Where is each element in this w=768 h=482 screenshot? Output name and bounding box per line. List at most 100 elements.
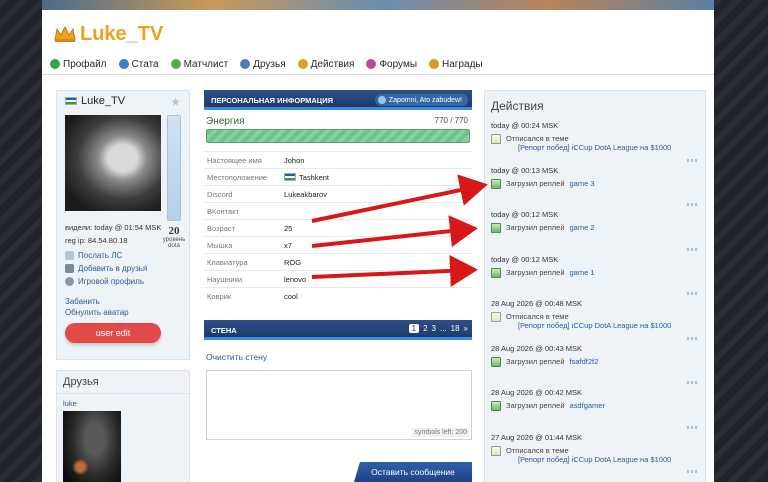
field-value: Johon bbox=[284, 156, 304, 165]
replay-icon bbox=[491, 178, 501, 189]
tab-awards[interactable]: Награды bbox=[429, 59, 483, 70]
tab-actions[interactable]: Действия bbox=[297, 59, 354, 70]
matchlist-icon bbox=[170, 59, 181, 69]
item-divider bbox=[687, 203, 697, 206]
left-column: Luke_TV ★ 20 уровень dota видели: today … bbox=[56, 90, 190, 482]
page-link-current[interactable]: 1 bbox=[408, 324, 420, 333]
action-link[interactable]: asdfgamer bbox=[570, 401, 605, 410]
level-label: уровень dota bbox=[162, 237, 186, 249]
page-link[interactable]: 18 bbox=[451, 324, 460, 333]
page-link[interactable]: 3 bbox=[432, 324, 436, 333]
action-link[interactable]: [Репорт побед] iCCup DotA League на $100… bbox=[518, 321, 671, 330]
field-value-text: x7 bbox=[284, 240, 292, 250]
table-row: Discord Lukeakbarov bbox=[204, 185, 472, 202]
actions-panel: Действия today @ 00:24 MSK Отписался в т… bbox=[484, 90, 706, 482]
page-link[interactable]: 2 bbox=[423, 324, 427, 333]
next-page-link[interactable]: » bbox=[464, 324, 468, 333]
friend-avatar[interactable] bbox=[63, 411, 121, 482]
field-value: 25 bbox=[284, 224, 292, 233]
star-icon[interactable]: ★ bbox=[170, 95, 181, 109]
action-link[interactable]: fsafdf2f2 bbox=[570, 357, 599, 366]
send-pm-link[interactable]: Послать ЛС bbox=[65, 251, 147, 260]
awards-icon bbox=[429, 59, 440, 69]
friends-title: Друзья bbox=[57, 371, 189, 394]
user-edit-button[interactable]: user edit bbox=[65, 323, 161, 343]
action-time: 28 Aug 2026 @ 00:43 MSK bbox=[491, 343, 583, 353]
action-body: Загрузил реплей game 2 bbox=[506, 223, 595, 232]
tab-matchlist[interactable]: Матчлист bbox=[170, 59, 228, 70]
list-item: 28 Aug 2026 @ 00:42 MSK Загрузил реплей a… bbox=[491, 386, 699, 431]
link-label: Игровой профиль bbox=[78, 277, 144, 286]
item-divider bbox=[687, 158, 697, 162]
tab-profile[interactable]: Профайл bbox=[50, 59, 107, 70]
level-bar bbox=[167, 115, 181, 221]
info-table: Настоящее имя Johon Местоположение Tashk… bbox=[204, 151, 472, 304]
gamepad-icon bbox=[65, 277, 74, 286]
item-divider bbox=[687, 247, 697, 251]
replay-icon bbox=[491, 401, 501, 411]
user-add-icon bbox=[65, 264, 74, 273]
list-item: today @ 00:12 MSK Загрузил реплей game 1 bbox=[491, 253, 699, 298]
replay-icon bbox=[491, 223, 501, 233]
action-link[interactable]: game 2 bbox=[570, 223, 595, 232]
action-link[interactable]: [Репорт побед] iCCup DotA League на $100… bbox=[518, 143, 671, 152]
page-title-row: Luke_TV bbox=[54, 23, 163, 45]
tab-label: Друзья bbox=[253, 58, 286, 70]
energy-value: 770 / 770 bbox=[434, 116, 468, 125]
action-text: Загрузил реплей bbox=[506, 401, 565, 410]
field-key: Местоположение bbox=[207, 172, 268, 182]
action-link[interactable]: game 1 bbox=[570, 268, 595, 277]
action-link[interactable]: [Репорт побед] iCCup DotA League на $100… bbox=[518, 455, 671, 464]
action-body: Загрузил реплей fsafdf2f2 bbox=[506, 357, 598, 366]
tab-stats[interactable]: Стата bbox=[118, 59, 159, 70]
profile-page: Luke_TV Профайл Стата Матчлист Друзья Де… bbox=[42, 10, 714, 482]
friend-name[interactable]: luke bbox=[63, 399, 77, 408]
table-row: Местоположение Tashkent bbox=[204, 168, 472, 185]
action-text: Загрузил реплей bbox=[506, 356, 565, 366]
game-profile-link[interactable]: Игровой профиль bbox=[65, 277, 147, 286]
last-seen: видели: today @ 01:54 MSK bbox=[65, 223, 162, 232]
admin-links: Забанить Обнулить аватар bbox=[65, 297, 129, 317]
level-number: 20 bbox=[168, 225, 180, 237]
action-text: Отписался в теме bbox=[506, 312, 569, 321]
tab-label: Профайл bbox=[63, 58, 107, 70]
reset-avatar-link[interactable]: Обнулить аватар bbox=[65, 308, 129, 317]
clear-wall-link[interactable]: Очистить стену bbox=[206, 352, 472, 362]
profile-card-header: Luke_TV bbox=[57, 91, 189, 111]
link-label: Послать ЛС bbox=[78, 251, 123, 260]
field-key: Настоящее имя bbox=[207, 155, 262, 165]
flag-icon bbox=[65, 97, 77, 105]
section-title: СТЕНА bbox=[211, 325, 237, 335]
action-link[interactable]: game 3 bbox=[570, 179, 595, 188]
list-item: today @ 00:13 MSK Загрузил реплей game 3 bbox=[491, 164, 699, 209]
crown-icon bbox=[54, 26, 76, 42]
profile-card: Luke_TV ★ 20 уровень dota видели: today … bbox=[56, 90, 190, 360]
field-key: Возраст bbox=[207, 223, 236, 233]
field-value: ROG bbox=[284, 258, 301, 267]
add-friend-link[interactable]: Добавить в друзья bbox=[65, 264, 147, 273]
profile-links: Послать ЛС Добавить в друзья Игровой про… bbox=[65, 251, 147, 286]
item-divider bbox=[687, 425, 697, 429]
header-accent bbox=[204, 107, 472, 110]
send-message-button[interactable]: Оставить сообщение bbox=[354, 462, 472, 482]
table-row: Мышка x7 bbox=[204, 236, 472, 253]
table-row: Возраст 25 bbox=[204, 219, 472, 236]
field-value-text: 25 bbox=[284, 223, 293, 233]
ban-link[interactable]: Забанить bbox=[65, 297, 129, 306]
tab-label: Награды bbox=[442, 58, 483, 70]
page-ellipsis: ... bbox=[439, 324, 447, 333]
field-value-text: Tashkent bbox=[299, 172, 330, 182]
tab-forums[interactable]: Форумы bbox=[366, 59, 417, 70]
table-row: Клавиатура ROG bbox=[204, 253, 472, 270]
field-value-text: ROG bbox=[284, 257, 302, 267]
field-value-text: lenovo bbox=[284, 274, 307, 284]
background-right bbox=[714, 0, 768, 482]
item-divider bbox=[687, 470, 697, 473]
tab-friends[interactable]: Друзья bbox=[240, 58, 286, 70]
wall-message-input[interactable]: symbols left: 200 bbox=[206, 370, 472, 440]
tab-label: Форумы bbox=[379, 58, 418, 70]
action-body: Отписался в теме [Репорт побед] iCCup Do… bbox=[506, 134, 671, 152]
action-body: Загрузил реплей asdfgamer bbox=[506, 401, 605, 410]
item-divider bbox=[687, 336, 697, 340]
table-row: Наушники lenovo bbox=[204, 270, 472, 287]
